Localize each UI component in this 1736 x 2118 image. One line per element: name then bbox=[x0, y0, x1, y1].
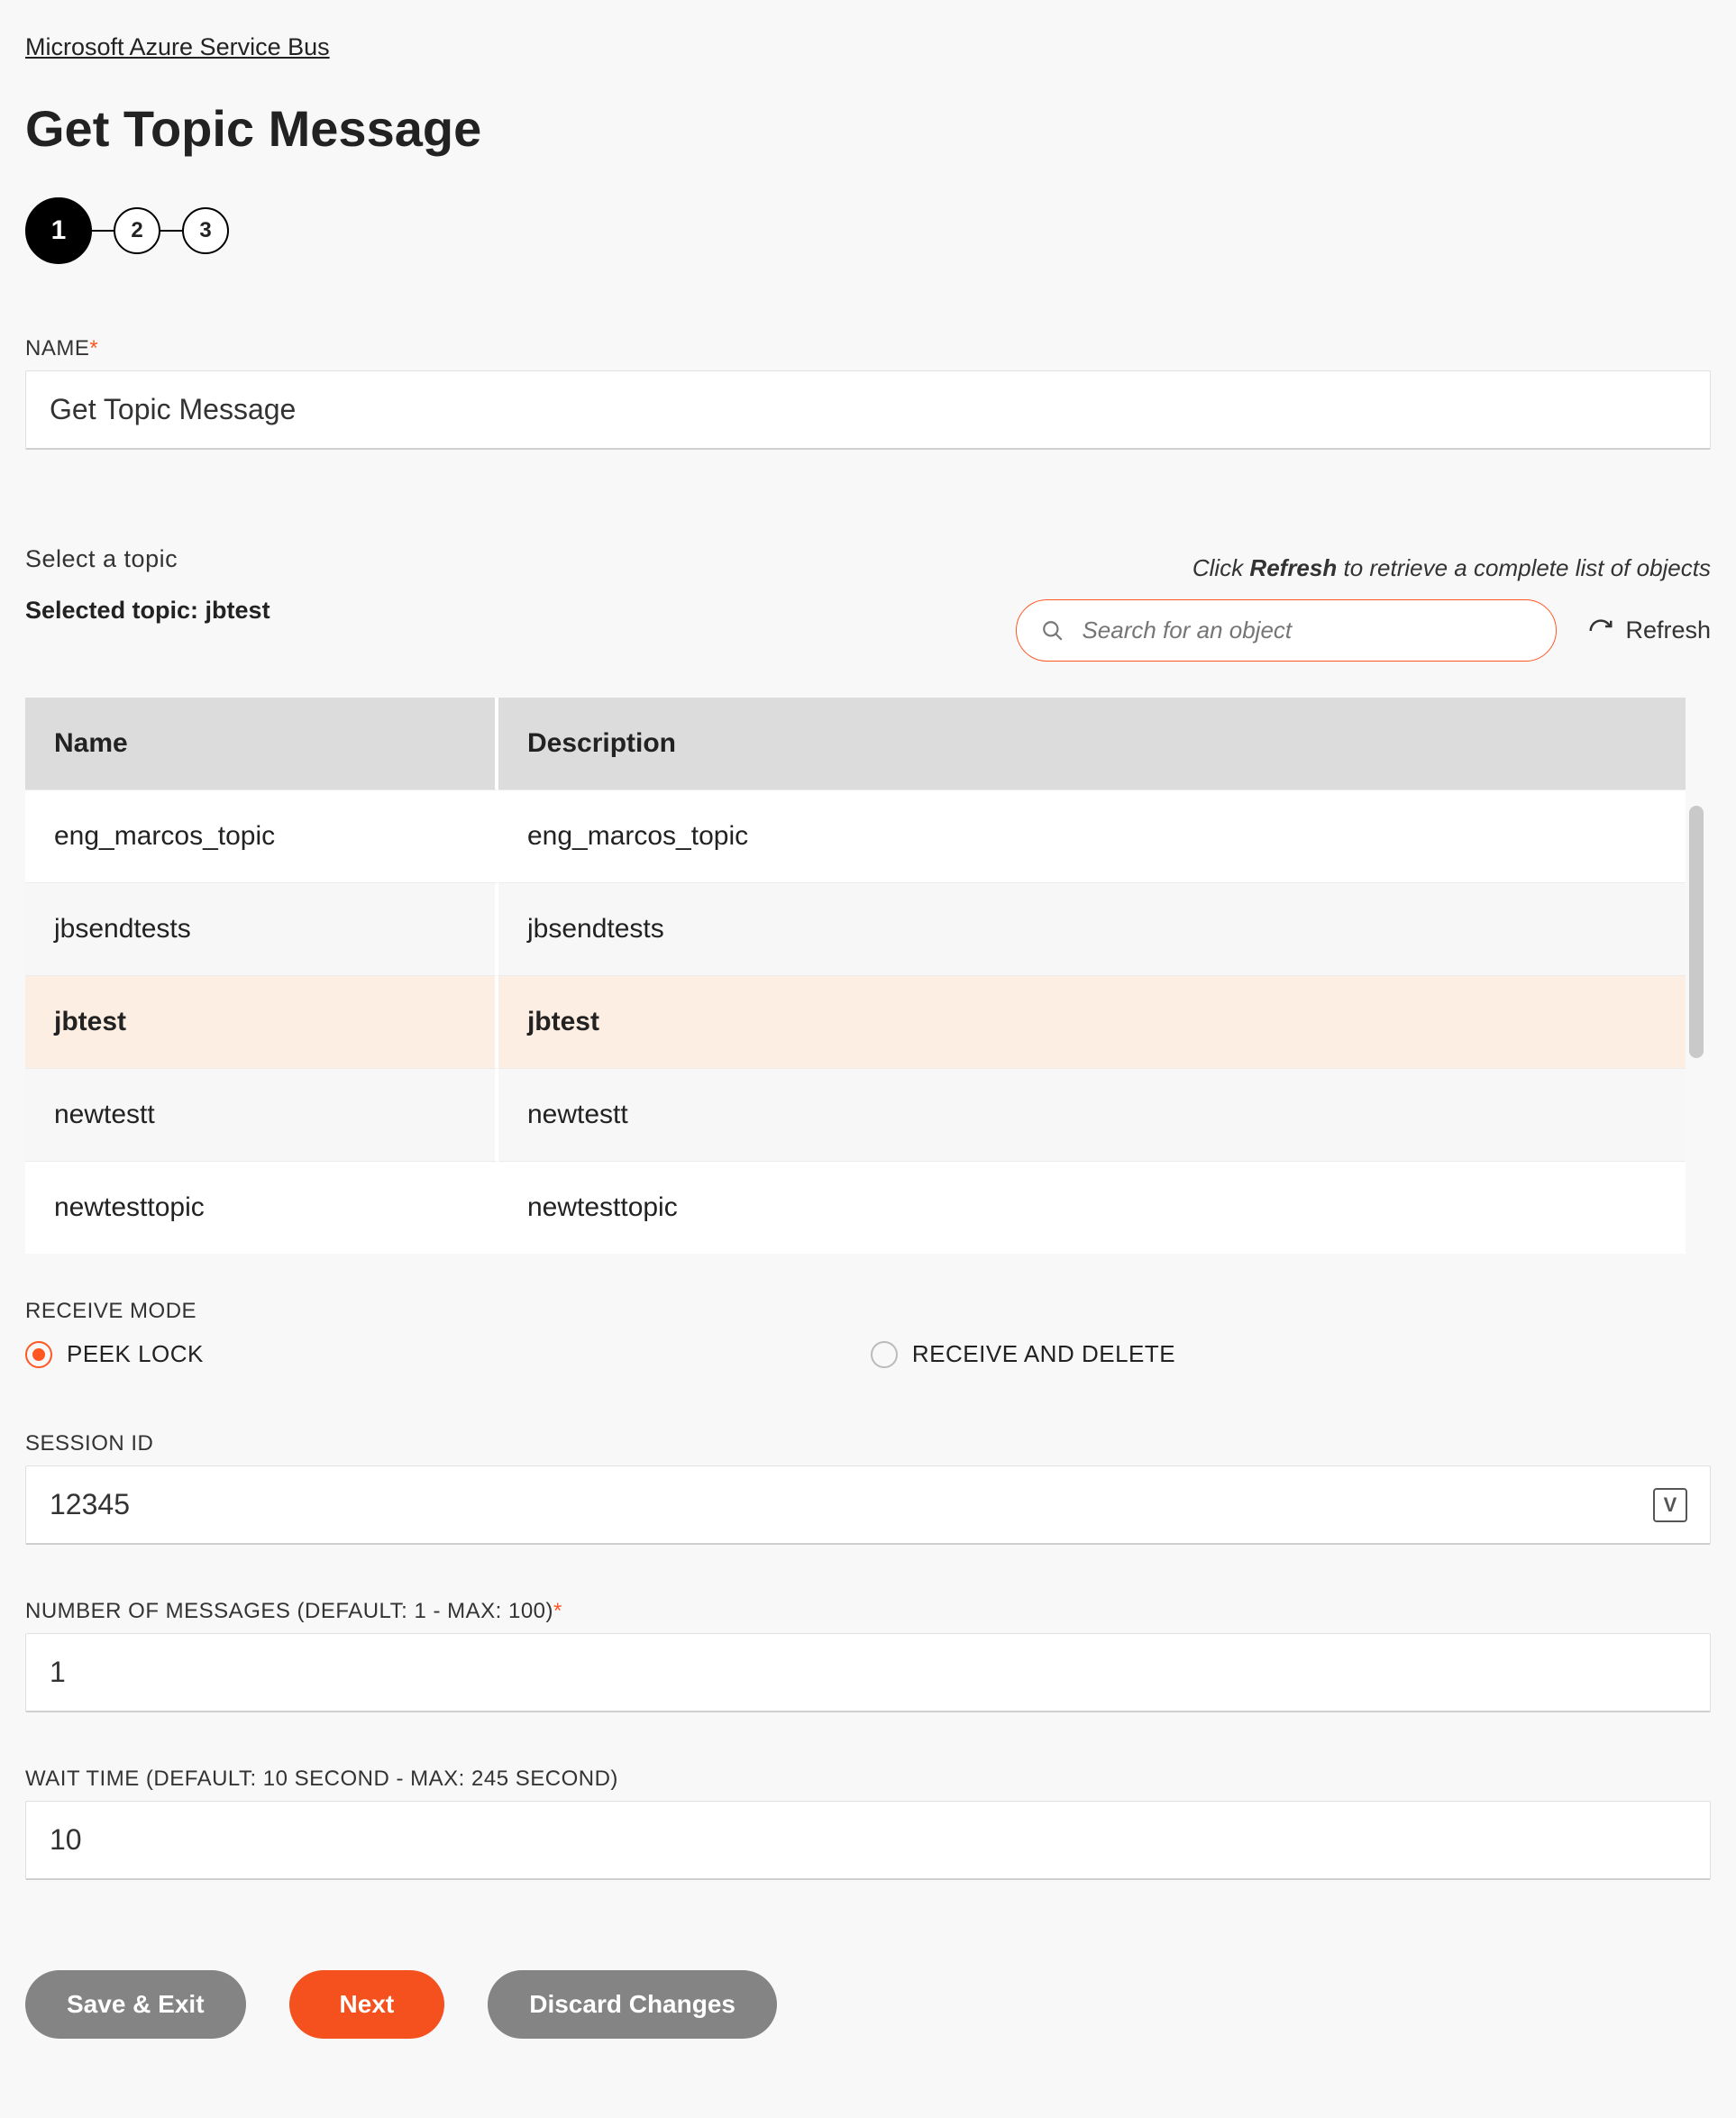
cell-description: newtesttopic bbox=[498, 1161, 1686, 1254]
receive-mode-label: RECEIVE MODE bbox=[25, 1299, 1711, 1324]
required-marker: * bbox=[89, 336, 98, 361]
cell-description: jbtest bbox=[498, 975, 1686, 1068]
num-messages-input[interactable] bbox=[25, 1633, 1711, 1712]
step-3[interactable]: 3 bbox=[182, 207, 229, 254]
step-connector bbox=[160, 230, 182, 232]
variable-picker-icon[interactable]: V bbox=[1653, 1488, 1687, 1522]
search-wrap bbox=[1016, 599, 1557, 662]
step-connector bbox=[92, 230, 114, 232]
refresh-label: Refresh bbox=[1625, 616, 1711, 644]
search-icon bbox=[1041, 619, 1064, 643]
discard-button[interactable]: Discard Changes bbox=[488, 1970, 777, 2039]
refresh-button[interactable]: Refresh bbox=[1587, 616, 1711, 644]
name-input[interactable] bbox=[25, 370, 1711, 450]
session-id-label: SESSION ID bbox=[25, 1431, 1711, 1456]
table-row[interactable]: jbtestjbtest bbox=[25, 975, 1686, 1068]
radio-label: PEEK LOCK bbox=[67, 1340, 204, 1368]
cell-name: newtesttopic bbox=[25, 1161, 498, 1254]
cell-description: newtestt bbox=[498, 1068, 1686, 1161]
radio-icon bbox=[25, 1341, 52, 1368]
selected-topic-value: jbtest bbox=[206, 597, 270, 624]
table-scrollbar[interactable] bbox=[1689, 806, 1704, 1058]
table-row[interactable]: newtesttopicnewtesttopic bbox=[25, 1161, 1686, 1254]
refresh-hint: Click Refresh to retrieve a complete lis… bbox=[1192, 554, 1711, 582]
receive-mode-option[interactable]: RECEIVE AND DELETE bbox=[871, 1340, 1175, 1368]
table-row[interactable]: eng_marcos_topiceng_marcos_topic bbox=[25, 790, 1686, 882]
receive-mode-option[interactable]: PEEK LOCK bbox=[25, 1340, 204, 1368]
hint-bold: Refresh bbox=[1249, 554, 1337, 581]
session-id-input[interactable] bbox=[25, 1465, 1711, 1545]
stepper: 1 2 3 bbox=[25, 197, 1711, 264]
hint-suffix: to retrieve a complete list of objects bbox=[1337, 554, 1711, 581]
radio-icon bbox=[871, 1341, 898, 1368]
hint-prefix: Click bbox=[1192, 554, 1250, 581]
page-title: Get Topic Message bbox=[25, 99, 1711, 158]
cell-description: eng_marcos_topic bbox=[498, 790, 1686, 882]
select-topic-label: Select a topic bbox=[25, 545, 178, 573]
search-input[interactable] bbox=[1016, 599, 1557, 662]
name-label-text: NAME bbox=[25, 336, 89, 361]
topics-table-wrap: Name Description eng_marcos_topiceng_mar… bbox=[25, 698, 1704, 1254]
column-header-name[interactable]: Name bbox=[25, 698, 498, 790]
cell-name: eng_marcos_topic bbox=[25, 790, 498, 882]
save-exit-button[interactable]: Save & Exit bbox=[25, 1970, 246, 2039]
refresh-icon bbox=[1587, 617, 1614, 644]
table-row[interactable]: jbsendtestsjbsendtests bbox=[25, 882, 1686, 975]
required-marker: * bbox=[553, 1599, 562, 1623]
column-header-description[interactable]: Description bbox=[498, 698, 1686, 790]
cell-name: jbsendtests bbox=[25, 882, 498, 975]
selected-topic-prefix: Selected topic: bbox=[25, 597, 206, 624]
wait-time-input[interactable] bbox=[25, 1801, 1711, 1880]
next-button[interactable]: Next bbox=[289, 1970, 445, 2039]
radio-label: RECEIVE AND DELETE bbox=[912, 1340, 1175, 1368]
num-messages-label-text: NUMBER OF MESSAGES (DEFAULT: 1 - MAX: 10… bbox=[25, 1599, 553, 1623]
step-1[interactable]: 1 bbox=[25, 197, 92, 264]
cell-name: newtestt bbox=[25, 1068, 498, 1161]
breadcrumb-link[interactable]: Microsoft Azure Service Bus bbox=[25, 33, 330, 61]
cell-description: jbsendtests bbox=[498, 882, 1686, 975]
table-row[interactable]: newtesttnewtestt bbox=[25, 1068, 1686, 1161]
cell-name: jbtest bbox=[25, 975, 498, 1068]
num-messages-label: NUMBER OF MESSAGES (DEFAULT: 1 - MAX: 10… bbox=[25, 1599, 1711, 1624]
topics-table: Name Description eng_marcos_topiceng_mar… bbox=[25, 698, 1686, 1254]
wait-time-label: WAIT TIME (DEFAULT: 10 SECOND - MAX: 245… bbox=[25, 1767, 1711, 1792]
step-2[interactable]: 2 bbox=[114, 207, 160, 254]
name-label: NAME* bbox=[25, 336, 1711, 361]
